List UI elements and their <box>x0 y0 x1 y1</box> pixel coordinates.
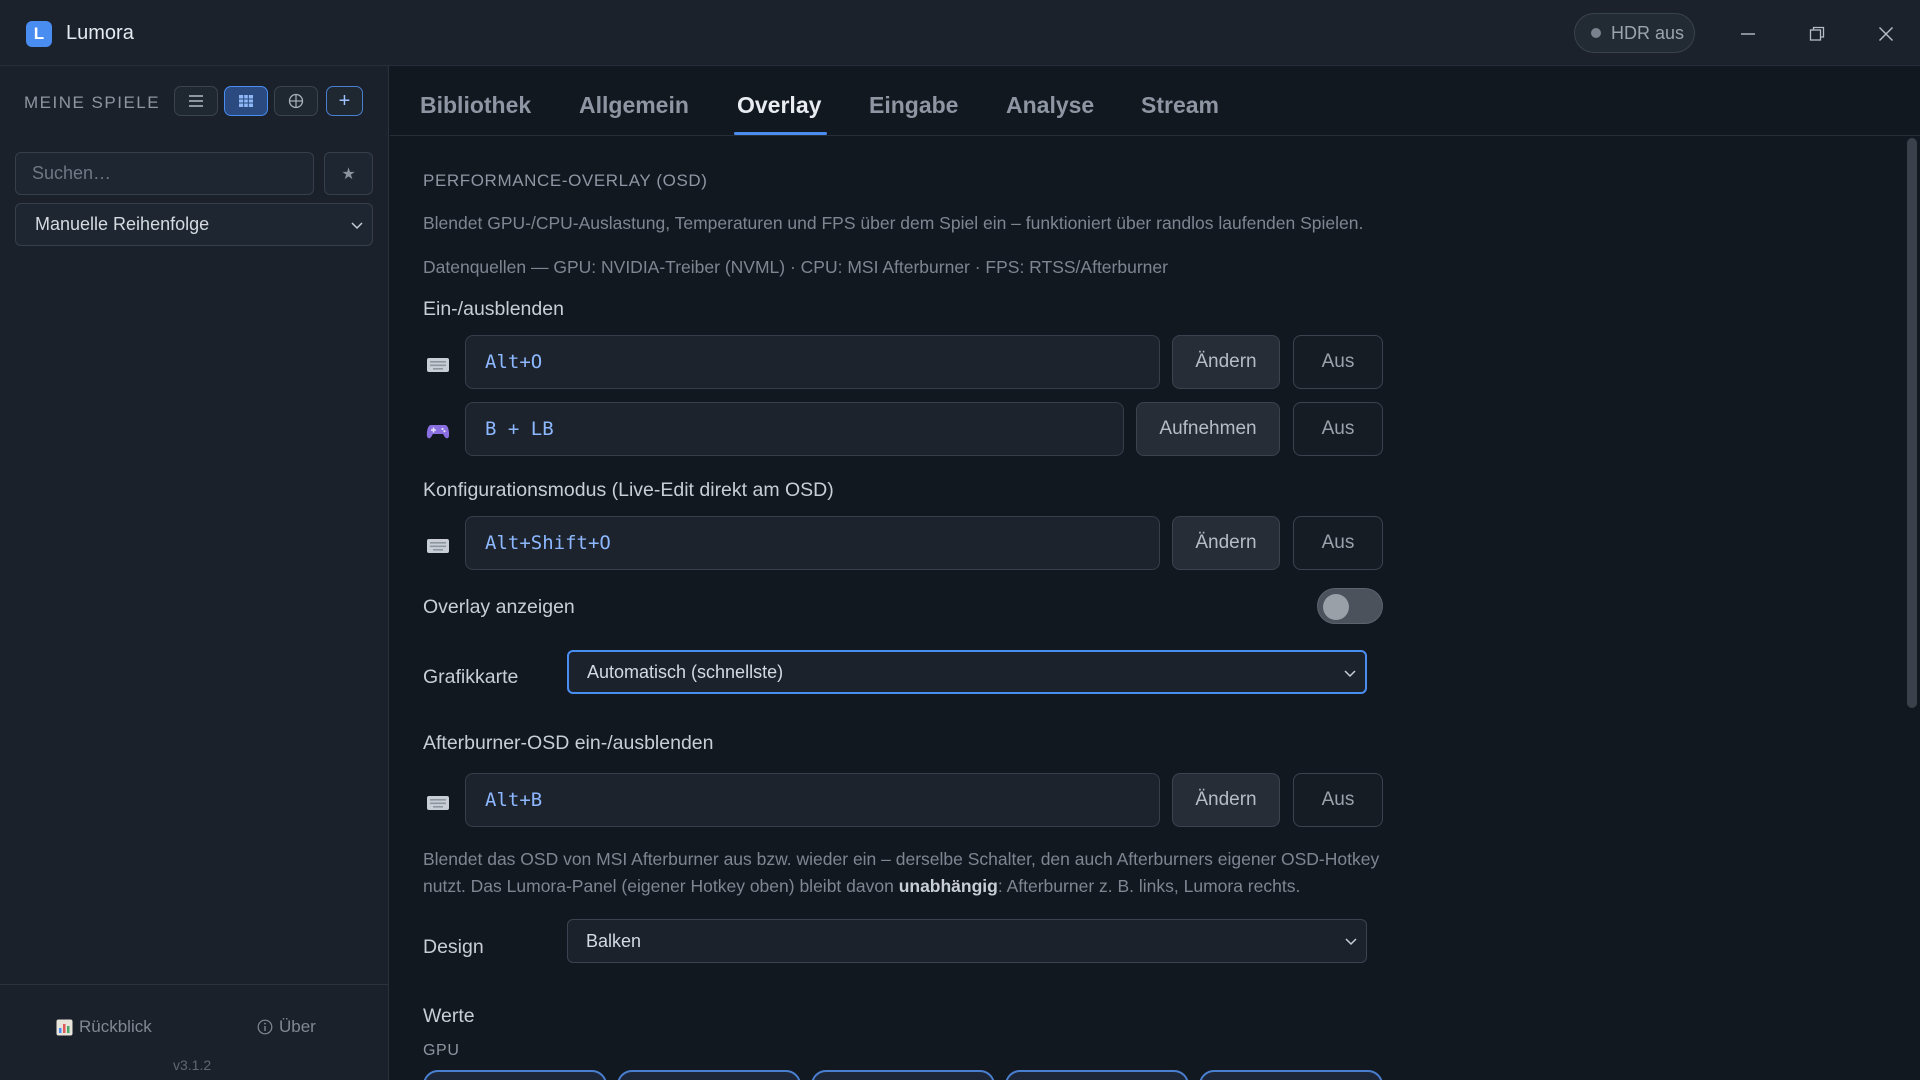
tab-allgemein[interactable]: Allgemein <box>579 92 689 119</box>
disable-afterburner-hotkey-button[interactable]: Aus <box>1293 773 1383 827</box>
settings-tabs: Bibliothek Allgemein Overlay Eingabe Ana… <box>390 66 1920 136</box>
list-icon <box>189 95 203 107</box>
chevron-down-icon <box>1345 938 1357 946</box>
config-mode-label: Konfigurationsmodus (Live-Edit direkt am… <box>423 479 834 501</box>
gpu-select[interactable]: Automatisch (schnellste) <box>567 650 1367 694</box>
sidebar: MEINE SPIELE + ★ Manuelle Reihenfolge <box>0 66 389 1080</box>
info-icon <box>257 1019 273 1035</box>
value-chip[interactable] <box>811 1070 995 1080</box>
minimize-icon <box>1741 33 1755 35</box>
close-button[interactable] <box>1866 14 1906 54</box>
hdr-toggle-button[interactable]: HDR aus <box>1574 13 1695 53</box>
about-link[interactable]: Über <box>257 1017 316 1037</box>
minimize-button[interactable] <box>1728 14 1768 54</box>
toggle-hotkey-label: Ein-/ausblenden <box>423 298 564 320</box>
design-select-label: Design <box>423 936 484 958</box>
change-afterburner-hotkey-button[interactable]: Ändern <box>1172 773 1280 827</box>
value-chip[interactable] <box>423 1070 607 1080</box>
gpu-values-label: GPU <box>423 1042 460 1059</box>
data-sources-text: Datenquellen — GPU: NVIDIA-Treiber (NVML… <box>423 257 1168 277</box>
toggle-knob <box>1323 594 1349 620</box>
keyboard-icon <box>426 537 450 555</box>
keyboard-icon <box>426 356 450 374</box>
recap-link[interactable]: Rückblick <box>56 1017 152 1037</box>
content-scrollbar[interactable] <box>1907 138 1917 708</box>
gamepad-icon <box>426 422 450 440</box>
disable-gamepad-hotkey-button[interactable]: Aus <box>1293 402 1383 456</box>
config-mode-hotkey-field[interactable]: Alt+Shift+O <box>465 516 1160 570</box>
app-logo: L <box>26 21 52 47</box>
gpu-select-value: Automatisch (schnellste) <box>587 661 784 682</box>
afterburner-osd-label: Afterburner-OSD ein-/ausblenden <box>423 732 714 754</box>
sort-order-value: Manuelle Reihenfolge <box>35 214 210 234</box>
search-input[interactable] <box>15 152 314 195</box>
star-icon: ★ <box>341 165 356 183</box>
show-overlay-toggle[interactable] <box>1317 588 1383 624</box>
tab-bibliothek[interactable]: Bibliothek <box>420 92 531 119</box>
design-select[interactable]: Balken <box>567 919 1367 963</box>
change-toggle-keyboard-hotkey-button[interactable]: Ändern <box>1172 335 1280 389</box>
sidebar-footer: Rückblick Über v3.1.2 <box>0 984 389 1080</box>
disable-config-hotkey-button[interactable]: Aus <box>1293 516 1383 570</box>
sort-order-select[interactable]: Manuelle Reihenfolge <box>15 203 373 246</box>
values-label: Werte <box>423 1005 475 1027</box>
favorites-filter-button[interactable]: ★ <box>324 152 373 195</box>
globe-view-button[interactable] <box>274 86 318 116</box>
chevron-down-icon <box>351 222 363 230</box>
value-chip[interactable] <box>1199 1070 1383 1080</box>
bar-chart-icon <box>56 1019 73 1035</box>
recap-label: Rückblick <box>79 1017 152 1036</box>
disable-toggle-keyboard-hotkey-button[interactable]: Aus <box>1293 335 1383 389</box>
grid-icon <box>239 95 253 107</box>
add-game-button[interactable]: + <box>326 86 363 116</box>
record-gamepad-hotkey-button[interactable]: Aufnehmen <box>1136 402 1280 456</box>
tab-analyse[interactable]: Analyse <box>1006 92 1094 119</box>
toggle-keyboard-hotkey-field[interactable]: Alt+O <box>465 335 1160 389</box>
active-tab-indicator <box>734 132 827 135</box>
app-title: Lumora <box>66 22 134 44</box>
title-bar: L Lumora HDR aus <box>0 0 1920 66</box>
tab-overlay[interactable]: Overlay <box>737 92 821 119</box>
afterburner-note: Blendet das OSD von MSI Afterburner aus … <box>423 849 1380 896</box>
gpu-select-label: Grafikkarte <box>423 666 519 688</box>
close-icon <box>1879 27 1893 41</box>
plus-icon: + <box>338 89 351 112</box>
list-view-button[interactable] <box>174 86 218 116</box>
toggle-gamepad-hotkey-field[interactable]: B + LB <box>465 402 1124 456</box>
maximize-button[interactable] <box>1797 14 1837 54</box>
keyboard-icon <box>426 794 450 812</box>
app-version: v3.1.2 <box>173 1057 212 1073</box>
globe-icon <box>288 93 304 109</box>
change-config-hotkey-button[interactable]: Ändern <box>1172 516 1280 570</box>
restore-icon <box>1809 26 1825 41</box>
hdr-label: HDR aus <box>1611 22 1685 43</box>
show-overlay-label: Overlay anzeigen <box>423 596 575 618</box>
design-select-value: Balken <box>586 930 642 951</box>
tab-eingabe[interactable]: Eingabe <box>869 92 958 119</box>
status-dot-icon <box>1591 28 1601 38</box>
value-chip[interactable] <box>1005 1070 1189 1080</box>
chevron-down-icon <box>1344 670 1356 678</box>
value-chip[interactable] <box>617 1070 801 1080</box>
grid-view-button[interactable] <box>224 86 268 116</box>
afterburner-hotkey-field[interactable]: Alt+B <box>465 773 1160 827</box>
section-title: PERFORMANCE-OVERLAY (OSD) <box>423 171 708 190</box>
overlay-description: Blendet GPU-/CPU-Auslastung, Temperature… <box>423 213 1364 233</box>
tab-stream[interactable]: Stream <box>1141 92 1219 119</box>
about-label: Über <box>279 1017 316 1036</box>
sidebar-title: MEINE SPIELE <box>24 93 161 112</box>
